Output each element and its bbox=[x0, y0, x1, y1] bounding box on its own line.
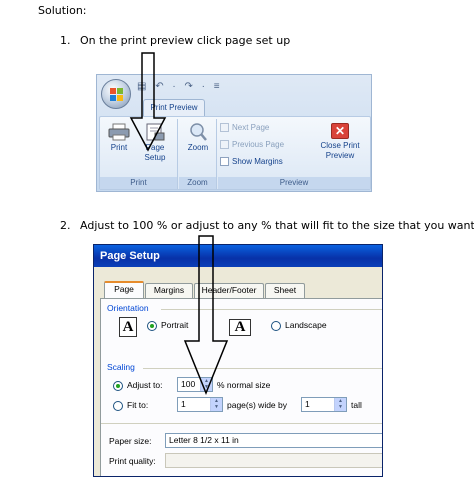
annotation-arrow-1 bbox=[129, 52, 167, 152]
close-icon: ✕ bbox=[331, 123, 349, 139]
paper-size-label: Paper size: bbox=[109, 436, 152, 446]
page-tab-panel: Orientation A Portrait A Landscape Scali… bbox=[100, 298, 382, 476]
step-2-text: Adjust to 100 % or adjust to any % that … bbox=[80, 219, 474, 232]
zoom-button[interactable]: Zoom bbox=[181, 123, 215, 153]
adjust-to-label: Adjust to: bbox=[127, 380, 163, 390]
fit-wide-spinner[interactable]: 1 ▲ ▼ bbox=[177, 397, 223, 412]
group-preview-label: Preview bbox=[218, 177, 370, 189]
portrait-radio-dot bbox=[147, 320, 157, 331]
next-page-button[interactable]: Next Page bbox=[220, 122, 269, 134]
fit-to-radio[interactable]: Fit to: bbox=[113, 399, 148, 411]
previous-page-label: Previous Page bbox=[232, 140, 285, 149]
step-1-number: 1. bbox=[60, 34, 71, 47]
zoom-button-label: Zoom bbox=[187, 143, 209, 152]
fit-suffix: tall bbox=[351, 400, 362, 410]
fit-mid-label: page(s) wide by bbox=[227, 400, 288, 410]
landscape-radio[interactable]: Landscape bbox=[271, 319, 327, 331]
printer-icon bbox=[108, 123, 130, 141]
show-margins-checkbox[interactable]: Show Margins bbox=[220, 156, 283, 168]
group-zoom-label: Zoom bbox=[179, 177, 216, 189]
ribbon-tabbar: Print Preview bbox=[133, 97, 371, 117]
landscape-icon: A bbox=[229, 319, 251, 336]
page-setup-dialog: Page Setup Page Margins Header/Footer Sh… bbox=[93, 244, 383, 477]
next-page-icon bbox=[220, 123, 229, 133]
close-print-preview-label: Close Print Preview bbox=[320, 141, 360, 160]
adjust-to-radio-dot bbox=[113, 380, 123, 391]
show-margins-check-icon bbox=[220, 157, 229, 167]
tab-page[interactable]: Page bbox=[104, 281, 144, 299]
print-quality-label: Print quality: bbox=[109, 456, 156, 466]
annotation-arrow-2 bbox=[183, 235, 229, 395]
group-zoom: Zoom Zoom bbox=[179, 119, 217, 189]
office-button[interactable] bbox=[101, 79, 131, 109]
spinner-arrows-icon[interactable]: ▲ ▼ bbox=[334, 398, 346, 411]
scaling-divider bbox=[143, 368, 382, 369]
landscape-label: Landscape bbox=[285, 320, 327, 330]
group-preview: Next Page Previous Page Show Margins ✕ C… bbox=[218, 119, 370, 189]
step-1: 1. On the print preview click page set up bbox=[60, 34, 290, 47]
landscape-radio-dot bbox=[271, 320, 281, 331]
paper-size-select[interactable]: Letter 8 1/2 x 11 in bbox=[165, 433, 382, 448]
close-print-preview-button[interactable]: ✕ Close Print Preview bbox=[312, 123, 368, 161]
group-print-label: Print bbox=[100, 177, 177, 189]
next-page-label: Next Page bbox=[232, 123, 270, 132]
previous-page-button[interactable]: Previous Page bbox=[220, 139, 284, 151]
adjust-to-radio[interactable]: Adjust to: bbox=[113, 379, 162, 391]
show-margins-label: Show Margins bbox=[232, 157, 283, 166]
office-logo-icon bbox=[110, 88, 123, 101]
step-2-number: 2. bbox=[60, 219, 71, 232]
spinner-arrows-icon[interactable]: ▲ ▼ bbox=[210, 398, 222, 411]
fit-wide-value: 1 bbox=[181, 399, 186, 409]
solution-heading: Solution: bbox=[38, 4, 87, 17]
fit-tall-spinner[interactable]: 1 ▲ ▼ bbox=[301, 397, 347, 412]
magnifier-icon bbox=[187, 123, 209, 141]
step-1-text: On the print preview click page set up bbox=[80, 34, 291, 47]
panel-divider bbox=[101, 423, 382, 424]
tab-sheet[interactable]: Sheet bbox=[265, 283, 305, 298]
fit-tall-value: 1 bbox=[305, 399, 310, 409]
dialog-tabs: Page Margins Header/Footer Sheet bbox=[100, 281, 382, 299]
fit-to-label: Fit to: bbox=[127, 400, 149, 410]
dialog-title: Page Setup bbox=[94, 245, 382, 267]
previous-page-icon bbox=[220, 140, 229, 150]
fit-to-radio-dot bbox=[113, 400, 123, 411]
print-quality-select[interactable] bbox=[165, 453, 382, 468]
print-button-label: Print bbox=[110, 143, 128, 152]
portrait-icon: A bbox=[119, 317, 137, 337]
step-2: 2. Adjust to 100 % or adjust to any % tha… bbox=[60, 219, 474, 232]
orientation-section-label: Orientation bbox=[107, 303, 149, 313]
scaling-section-label: Scaling bbox=[107, 362, 135, 372]
